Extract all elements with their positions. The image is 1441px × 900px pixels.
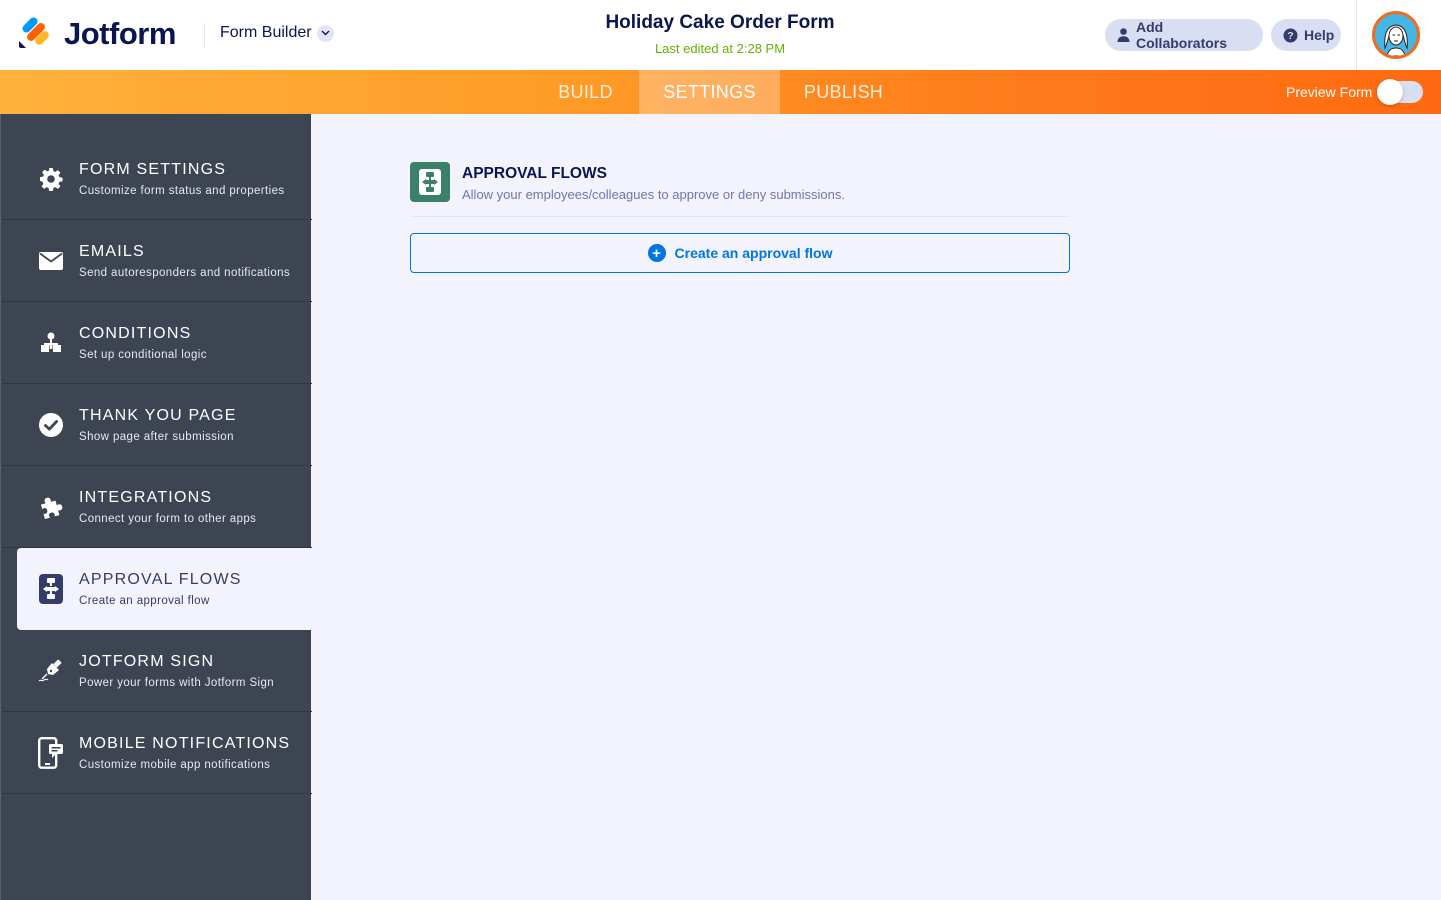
sidebar-item-approval-flows[interactable]: APPROVAL FLOWS Create an approval flow bbox=[17, 548, 312, 630]
sidebar-item-title: THANK YOU PAGE bbox=[79, 407, 237, 424]
approval-flow-icon bbox=[38, 574, 64, 604]
sidebar-item-subtitle: Customize form status and properties bbox=[79, 185, 285, 197]
sidebar-item-subtitle: Power your forms with Jotform Sign bbox=[79, 677, 275, 689]
sidebar-item-form-settings[interactable]: FORM SETTINGS Customize form status and … bbox=[2, 138, 312, 220]
header-divider bbox=[204, 23, 205, 47]
approval-flow-icon bbox=[410, 162, 450, 202]
gear-icon bbox=[38, 166, 64, 192]
sidebar-item-subtitle: Create an approval flow bbox=[79, 595, 210, 607]
sidebar-item-mobile-notifications[interactable]: MOBILE NOTIFICATIONS Customize mobile ap… bbox=[2, 712, 312, 794]
sidebar-item-subtitle: Show page after submission bbox=[79, 431, 234, 443]
add-collaborators-button[interactable]: Add Collaborators bbox=[1105, 19, 1263, 51]
preview-toggle-knob[interactable] bbox=[1377, 79, 1403, 105]
create-approval-flow-button[interactable]: + Create an approval flow bbox=[410, 233, 1070, 273]
chevron-down-icon[interactable] bbox=[316, 24, 334, 42]
avatar-portrait-icon bbox=[1384, 24, 1408, 56]
settings-sidebar: FORM SETTINGS Customize form status and … bbox=[0, 114, 312, 900]
sidebar-item-conditions[interactable]: CONDITIONS Set up conditional logic bbox=[2, 302, 312, 384]
jotform-logo-icon bbox=[18, 15, 51, 50]
sidebar-item-title: FORM SETTINGS bbox=[79, 161, 227, 178]
mobile-notification-icon bbox=[38, 737, 64, 769]
tab-settings[interactable]: SETTINGS bbox=[639, 70, 780, 114]
brand-name: Jotform bbox=[64, 16, 176, 51]
envelope-icon bbox=[38, 248, 64, 274]
tab-build[interactable]: BUILD bbox=[532, 70, 639, 114]
svg-text:?: ? bbox=[1287, 30, 1293, 42]
sidebar-item-jotform-sign[interactable]: JOTFORM SIGN Power your forms with Jotfo… bbox=[2, 630, 312, 712]
form-builder-label: Form Builder bbox=[220, 24, 312, 41]
sidebar-item-title: INTEGRATIONS bbox=[79, 489, 213, 506]
form-title-block: Holiday Cake Order Form Last edited at 2… bbox=[520, 12, 920, 56]
help-button[interactable]: ? Help bbox=[1271, 19, 1341, 51]
sidebar-item-title: MOBILE NOTIFICATIONS bbox=[79, 735, 291, 752]
sidebar-item-subtitle: Set up conditional logic bbox=[79, 349, 207, 361]
form-title[interactable]: Holiday Cake Order Form bbox=[520, 12, 920, 34]
last-edited-status: Last edited at 2:28 PM bbox=[654, 41, 786, 56]
plus-circle-icon: + bbox=[647, 244, 666, 262]
tab-publish[interactable]: PUBLISH bbox=[780, 70, 907, 114]
sidebar-item-title: JOTFORM SIGN bbox=[79, 653, 215, 670]
check-circle-icon bbox=[38, 412, 64, 438]
section-description: Allow your employees/colleagues to appro… bbox=[462, 187, 845, 202]
sidebar-item-title: EMAILS bbox=[79, 243, 145, 260]
top-header: Jotform Form Builder Holiday Cake Order … bbox=[0, 0, 1441, 70]
add-collaborators-label: Add Collaborators bbox=[1136, 19, 1228, 51]
section-divider bbox=[410, 216, 1070, 217]
sidebar-item-integrations[interactable]: INTEGRATIONS Connect your form to other … bbox=[2, 466, 312, 548]
user-icon bbox=[1117, 28, 1130, 42]
sidebar-item-emails[interactable]: EMAILS Send autoresponders and notificat… bbox=[2, 220, 312, 302]
builder-navbar: BUILD SETTINGS PUBLISH Preview Form bbox=[0, 70, 1441, 114]
help-label: Help bbox=[1304, 27, 1335, 43]
sidebar-item-subtitle: Send autoresponders and notifications bbox=[79, 267, 291, 279]
pen-sign-icon bbox=[38, 658, 64, 684]
puzzle-icon bbox=[38, 494, 64, 520]
sitemap-icon bbox=[38, 330, 64, 356]
sidebar-item-thank-you-page[interactable]: THANK YOU PAGE Show page after submissio… bbox=[2, 384, 312, 466]
sidebar-item-title: APPROVAL FLOWS bbox=[79, 571, 242, 588]
sidebar-item-subtitle: Customize mobile app notifications bbox=[79, 759, 271, 771]
section-title: APPROVAL FLOWS bbox=[462, 165, 607, 182]
jotform-logo[interactable]: Jotform bbox=[18, 15, 176, 52]
user-avatar[interactable] bbox=[1372, 11, 1420, 59]
create-approval-flow-label: Create an approval flow bbox=[674, 245, 833, 261]
question-circle-icon: ? bbox=[1283, 28, 1298, 43]
sidebar-item-title: CONDITIONS bbox=[79, 325, 192, 342]
sidebar-item-subtitle: Connect your form to other apps bbox=[79, 513, 257, 525]
form-builder-dropdown[interactable]: Form Builder bbox=[220, 24, 334, 42]
preview-form-label: Preview Form bbox=[1286, 84, 1373, 100]
avatar-divider bbox=[1356, 0, 1357, 70]
